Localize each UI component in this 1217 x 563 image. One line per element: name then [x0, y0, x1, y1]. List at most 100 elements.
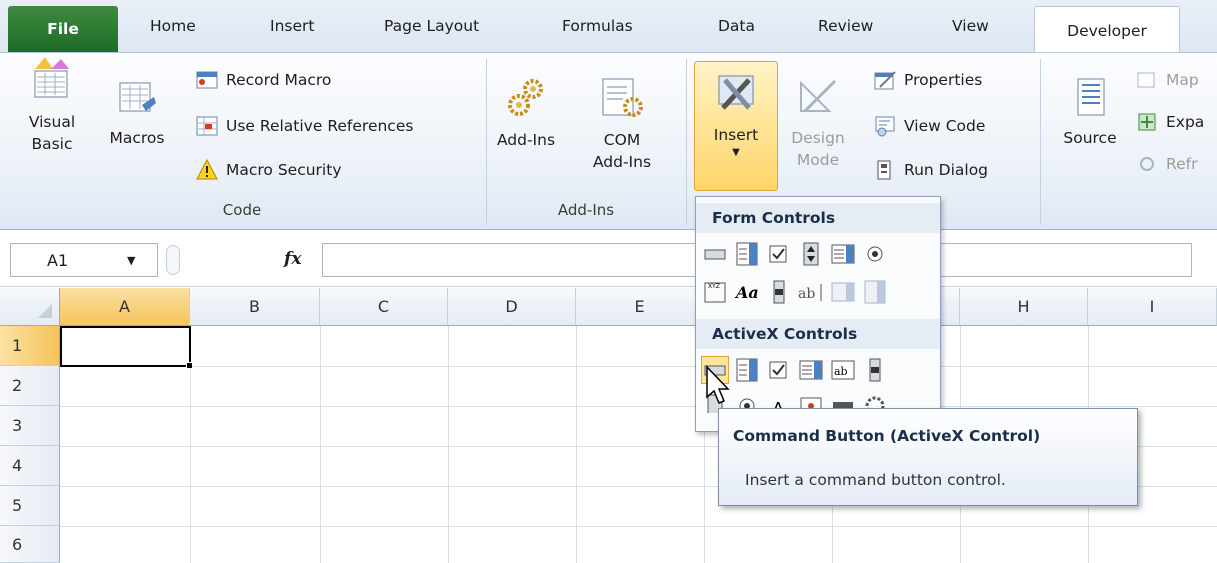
svg-text:ab: ab [834, 365, 848, 378]
tooltip-title: Command Button (ActiveX Control) [733, 427, 1041, 445]
form-controls-row-2: XYZ Aa ab [702, 279, 888, 305]
properties-button[interactable]: Properties [874, 69, 982, 91]
macro-security-label: Macro Security [226, 161, 342, 179]
chevron-down-icon[interactable]: ▼ [127, 254, 135, 267]
properties-label: Properties [904, 71, 983, 89]
option-button-icon[interactable] [862, 241, 888, 267]
ribbon-developer: Visual Basic Macros Record Macro Use Rel… [0, 52, 1217, 230]
insert-label: Insert [713, 126, 759, 144]
svg-text:XYZ: XYZ [708, 283, 720, 290]
add-ins-label: Add-Ins [496, 131, 556, 149]
source-label: Source [1063, 129, 1117, 147]
tab-view[interactable]: View [952, 17, 989, 47]
view-code-button[interactable]: View Code [874, 115, 985, 137]
map-properties-label: Map [1166, 71, 1199, 89]
run-dialog-icon [877, 160, 891, 180]
column-header-e[interactable]: E [576, 288, 704, 326]
map-properties-button[interactable]: Map [1136, 69, 1199, 91]
combo-list-edit-icon[interactable] [830, 279, 856, 305]
visual-basic-label-line1: Visual [28, 113, 76, 131]
com-label-line1: COM [603, 131, 641, 149]
mouse-pointer-icon [706, 365, 730, 404]
macros-button[interactable]: Macros [102, 77, 172, 149]
visual-basic-icon [34, 57, 69, 98]
check-box-activex-icon[interactable] [766, 357, 792, 383]
use-relative-references-label: Use Relative References [226, 117, 414, 135]
list-box-icon[interactable] [830, 241, 856, 267]
gridline [448, 326, 449, 563]
run-dialog-button[interactable]: Run Dialog [874, 159, 988, 181]
relative-references-icon [196, 116, 218, 136]
insert-controls-dropdown: Form Controls XYZ Aa ab ActiveX Controls… [695, 196, 941, 432]
design-mode-button[interactable]: Design Mode [782, 77, 854, 171]
combo-box-activex-icon[interactable] [734, 357, 760, 383]
active-cell-a1[interactable] [60, 326, 191, 367]
ribbon-tab-bar: File Home Insert Page Layout Formulas Da… [0, 0, 1217, 54]
macros-label: Macros [109, 129, 165, 147]
form-controls-header: Form Controls [696, 203, 940, 233]
visual-basic-button[interactable]: Visual Basic [22, 55, 82, 155]
label-icon[interactable]: Aa [734, 279, 760, 305]
list-box-activex-icon[interactable] [798, 357, 824, 383]
text-box-activex-icon[interactable]: ab [830, 357, 856, 383]
refresh-icon [1140, 157, 1154, 171]
group-separator [686, 59, 687, 225]
column-header-c[interactable]: C [320, 288, 448, 326]
row-header-1[interactable]: 1 [0, 326, 60, 366]
row-header-2[interactable]: 2 [0, 366, 60, 406]
select-all-icon [38, 304, 52, 318]
column-header-b[interactable]: B [190, 288, 320, 326]
xml-source-icon [1077, 78, 1105, 116]
row-header-5[interactable]: 5 [0, 486, 60, 526]
expansion-packs-icon [1138, 113, 1156, 131]
expansion-packs-button[interactable]: Expa [1136, 111, 1204, 133]
group-label-add-ins: Add-Ins [557, 201, 615, 219]
group-box-icon[interactable]: XYZ [702, 279, 728, 305]
formula-bar-resize-handle[interactable] [166, 245, 180, 275]
row-header-6[interactable]: 6 [0, 526, 60, 563]
tab-data[interactable]: Data [718, 17, 755, 47]
macro-security-button[interactable]: Macro Security [196, 159, 342, 181]
check-box-icon[interactable] [766, 241, 792, 267]
scroll-bar-activex-icon[interactable] [862, 357, 888, 383]
name-box[interactable]: A1 ▼ [10, 243, 158, 277]
tab-insert[interactable]: Insert [270, 17, 314, 47]
select-all-corner[interactable] [0, 288, 60, 326]
chevron-down-icon: ▼ [732, 147, 740, 158]
tab-page-layout[interactable]: Page Layout [384, 17, 479, 47]
activex-controls-header: ActiveX Controls [696, 319, 940, 349]
insert-function-icon[interactable]: fx [284, 249, 301, 269]
text-field-icon[interactable]: ab [798, 279, 824, 305]
column-header-h[interactable]: H [960, 288, 1088, 326]
tab-review[interactable]: Review [818, 17, 873, 47]
spin-button-icon[interactable] [798, 241, 824, 267]
tools-icon [718, 75, 754, 110]
tab-home[interactable]: Home [150, 17, 196, 47]
expansion-packs-label: Expa [1166, 113, 1205, 131]
gridline [576, 326, 577, 563]
design-label-line1: Design [791, 129, 845, 147]
tab-file[interactable]: File [8, 6, 118, 52]
tab-formulas[interactable]: Formulas [562, 17, 633, 47]
fill-handle[interactable] [186, 362, 193, 369]
use-relative-references-button[interactable]: Use Relative References [196, 115, 413, 137]
formula-bar: A1 ▼ fx [0, 231, 1217, 287]
combo-box-icon[interactable] [734, 241, 760, 267]
tab-developer[interactable]: Developer [1034, 6, 1180, 54]
row-header-4[interactable]: 4 [0, 446, 60, 486]
combo-drop-down-edit-icon[interactable] [862, 279, 888, 305]
com-add-ins-button[interactable]: COM Add-Ins [582, 77, 662, 173]
column-header-a[interactable]: A [60, 288, 190, 326]
source-button[interactable]: Source [1050, 77, 1130, 149]
column-header-i[interactable]: I [1088, 288, 1217, 326]
add-ins-button[interactable]: Add-Ins [496, 77, 556, 151]
insert-controls-button[interactable]: Insert ▼ [694, 61, 778, 191]
column-header-d[interactable]: D [448, 288, 576, 326]
button-control-icon[interactable] [702, 241, 728, 267]
record-macro-button[interactable]: Record Macro [196, 69, 331, 91]
name-box-value: A1 [47, 250, 69, 270]
row-header-3[interactable]: 3 [0, 406, 60, 446]
com-label-line2: Add-Ins [592, 153, 652, 171]
scroll-bar-icon[interactable] [766, 279, 792, 305]
refresh-data-button[interactable]: Refr [1136, 153, 1197, 175]
